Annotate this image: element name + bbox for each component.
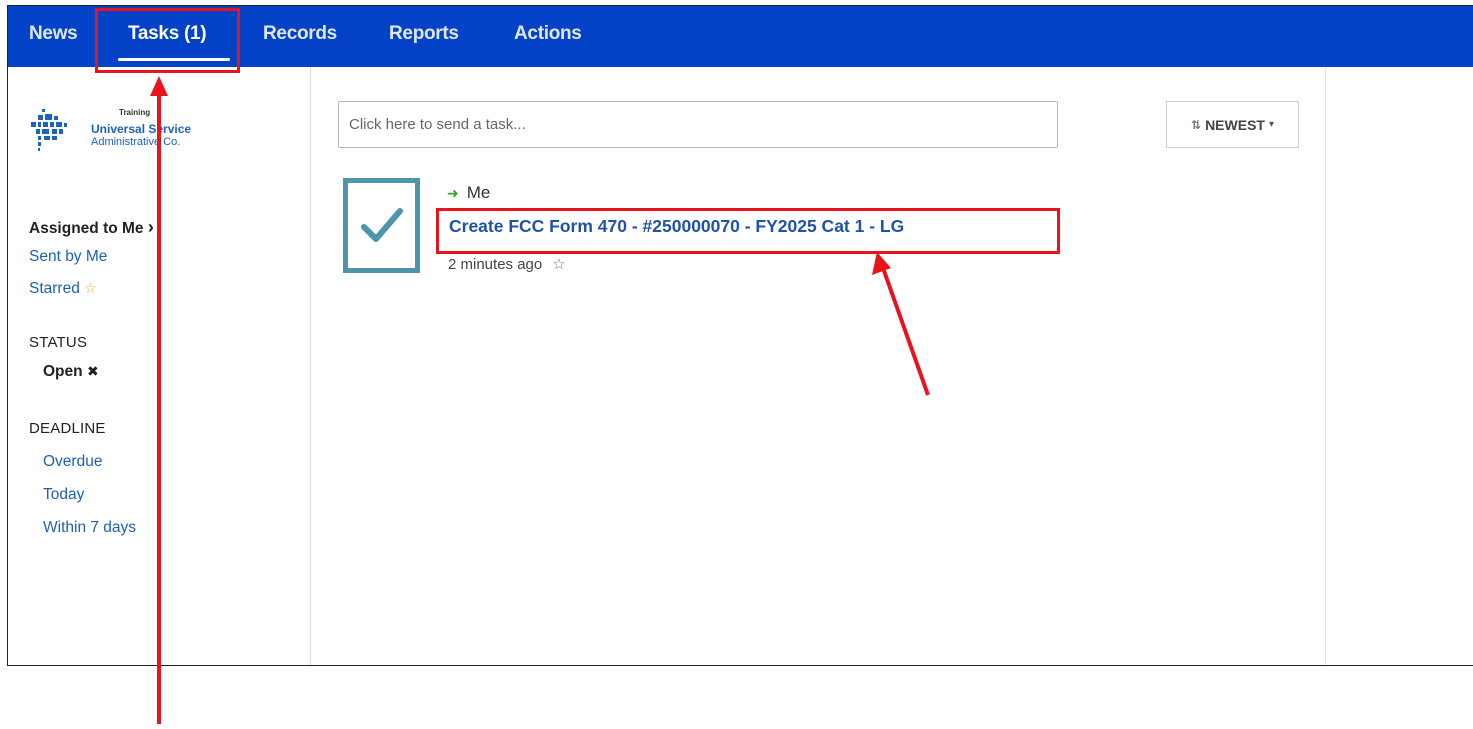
annotation-arrows [150,76,930,724]
arrow-up-to-tasks-tab [150,76,168,724]
arrow-up-to-task-title [872,252,930,396]
